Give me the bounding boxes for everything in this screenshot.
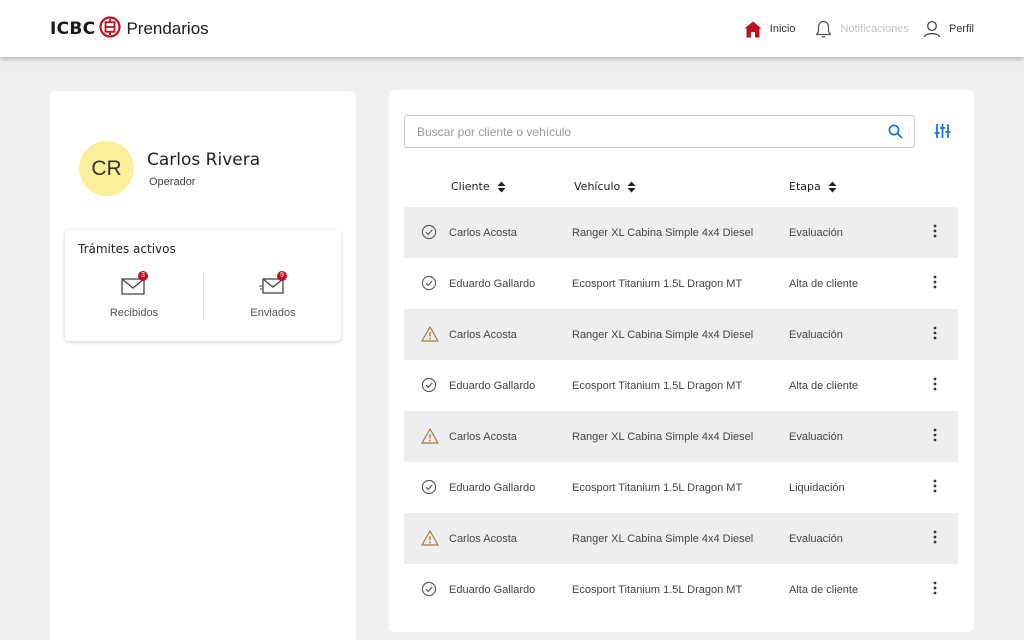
user-panel: CR Carlos Rivera Operador Trámites activ… bbox=[50, 91, 356, 640]
table-row[interactable]: Eduardo Gallardo Ecosport Titanium 1.5L D… bbox=[404, 462, 958, 513]
cell-etapa: Evaluación bbox=[789, 227, 843, 239]
search-box bbox=[404, 115, 915, 148]
cell-vehiculo: Ranger XL Cabina Simple 4x4 Diesel bbox=[572, 533, 754, 545]
mail-icon: 3 bbox=[119, 271, 149, 298]
column-header-label: Etapa bbox=[789, 180, 821, 193]
sent-count-badge: 9 bbox=[277, 271, 287, 281]
check-circle-icon bbox=[421, 275, 437, 294]
received-button[interactable]: 3 Recibidos bbox=[65, 271, 203, 319]
cell-etapa: Liquidación bbox=[789, 482, 845, 494]
active-procedures-card: Trámites activos 3 Recibidos 9 Enviados bbox=[65, 230, 341, 341]
sent-button[interactable]: 9 Enviados bbox=[204, 271, 342, 319]
more-options-icon[interactable] bbox=[929, 275, 941, 293]
cell-cliente: Carlos Acosta bbox=[449, 227, 517, 239]
cell-cliente: Eduardo Gallardo bbox=[449, 278, 536, 290]
more-options-icon[interactable] bbox=[929, 377, 941, 395]
check-circle-icon bbox=[421, 224, 437, 243]
top-header: ICBC Prendarios Inicio Notificaciones Pe… bbox=[0, 0, 1024, 57]
search-icon[interactable] bbox=[888, 124, 903, 139]
cell-cliente: Carlos Acosta bbox=[449, 533, 517, 545]
more-options-icon[interactable] bbox=[929, 581, 941, 599]
column-header-label: Vehículo bbox=[574, 180, 621, 193]
cell-vehiculo: Ecosport Titanium 1.5L Dragon MT bbox=[572, 380, 743, 392]
search-input[interactable] bbox=[417, 122, 877, 142]
sent-label: Enviados bbox=[250, 307, 296, 319]
table-row[interactable]: Carlos Acosta Ranger XL Cabina Simple 4x4… bbox=[404, 411, 958, 462]
nav-home-label: Inicio bbox=[769, 23, 796, 35]
cell-vehiculo: Ecosport Titanium 1.5L Dragon MT bbox=[572, 278, 743, 290]
top-nav: Inicio Notificaciones Perfil bbox=[730, 18, 974, 40]
cell-etapa: Evaluación bbox=[789, 329, 843, 341]
cell-etapa: Alta de cliente bbox=[789, 380, 859, 392]
cell-etapa: Evaluación bbox=[789, 533, 843, 545]
nav-home[interactable]: Inicio bbox=[744, 21, 796, 38]
more-options-icon[interactable] bbox=[929, 428, 941, 446]
cell-cliente: Carlos Acosta bbox=[449, 431, 517, 443]
brand-name: ICBC bbox=[50, 19, 96, 39]
cell-vehiculo: Ecosport Titanium 1.5L Dragon MT bbox=[572, 584, 743, 596]
column-header-etapa[interactable]: Etapa bbox=[789, 180, 837, 193]
user-role: Operador bbox=[149, 176, 196, 188]
mail-sent-icon: 9 bbox=[258, 271, 288, 298]
nav-notifications[interactable]: Notificaciones bbox=[815, 20, 909, 39]
check-circle-icon bbox=[421, 479, 437, 498]
cell-cliente: Eduardo Gallardo bbox=[449, 584, 536, 596]
received-label: Recibidos bbox=[109, 307, 159, 319]
home-icon bbox=[744, 21, 762, 37]
table-row[interactable]: Eduardo Gallardo Ecosport Titanium 1.5L D… bbox=[404, 360, 958, 411]
user-name: Carlos Rivera bbox=[147, 150, 261, 170]
cell-vehiculo: Ecosport Titanium 1.5L Dragon MT bbox=[572, 482, 743, 494]
brand-logo[interactable]: ICBC Prendarios bbox=[50, 15, 209, 43]
cell-vehiculo: Ranger XL Cabina Simple 4x4 Diesel bbox=[572, 329, 754, 341]
table-header: Cliente Vehículo Etapa bbox=[404, 178, 958, 198]
nav-profile-label: Perfil bbox=[948, 23, 974, 35]
nav-notifications-label: Notificaciones bbox=[840, 23, 909, 35]
filter-sliders-icon[interactable] bbox=[934, 123, 951, 139]
more-options-icon[interactable] bbox=[929, 224, 941, 242]
table-row[interactable]: Carlos Acosta Ranger XL Cabina Simple 4x4… bbox=[404, 513, 958, 564]
check-circle-icon bbox=[421, 581, 437, 600]
cell-cliente: Eduardo Gallardo bbox=[449, 482, 536, 494]
more-options-icon[interactable] bbox=[929, 530, 941, 548]
sort-icon bbox=[627, 181, 636, 192]
nav-profile[interactable]: Perfil bbox=[923, 20, 974, 38]
table-row[interactable]: Carlos Acosta Ranger XL Cabina Simple 4x4… bbox=[404, 207, 958, 258]
received-count-badge: 3 bbox=[138, 271, 148, 281]
cell-vehiculo: Ranger XL Cabina Simple 4x4 Diesel bbox=[572, 227, 754, 239]
check-circle-icon bbox=[421, 377, 437, 396]
cell-etapa: Alta de cliente bbox=[789, 584, 859, 596]
warning-icon bbox=[421, 428, 439, 447]
column-header-label: Cliente bbox=[451, 180, 490, 193]
icbc-seal-icon bbox=[99, 15, 122, 43]
procedures-panel: Cliente Vehículo Etapa Carlos Acosta Rang… bbox=[389, 90, 974, 632]
more-options-icon[interactable] bbox=[929, 326, 941, 344]
column-header-cliente[interactable]: Cliente bbox=[451, 180, 506, 193]
cell-etapa: Evaluación bbox=[789, 431, 843, 443]
sort-icon bbox=[497, 181, 506, 192]
table-row[interactable]: Eduardo Gallardo Ecosport Titanium 1.5L D… bbox=[404, 258, 958, 309]
cell-cliente: Eduardo Gallardo bbox=[449, 380, 536, 392]
procedures-table: Carlos Acosta Ranger XL Cabina Simple 4x4… bbox=[404, 207, 958, 615]
column-header-vehiculo[interactable]: Vehículo bbox=[574, 180, 636, 193]
cell-cliente: Carlos Acosta bbox=[449, 329, 517, 341]
avatar: CR bbox=[79, 141, 134, 196]
table-row[interactable]: Carlos Acosta Ranger XL Cabina Simple 4x4… bbox=[404, 309, 958, 360]
table-row[interactable]: Eduardo Gallardo Ecosport Titanium 1.5L D… bbox=[404, 564, 958, 615]
cell-etapa: Alta de cliente bbox=[789, 278, 859, 290]
product-name: Prendarios bbox=[126, 19, 209, 38]
sort-icon bbox=[828, 181, 837, 192]
cell-vehiculo: Ranger XL Cabina Simple 4x4 Diesel bbox=[572, 431, 754, 443]
more-options-icon[interactable] bbox=[929, 479, 941, 497]
active-procedures-title: Trámites activos bbox=[78, 242, 176, 256]
bell-icon bbox=[816, 20, 832, 38]
warning-icon bbox=[421, 326, 439, 345]
warning-icon bbox=[421, 530, 439, 549]
user-icon bbox=[923, 21, 941, 38]
